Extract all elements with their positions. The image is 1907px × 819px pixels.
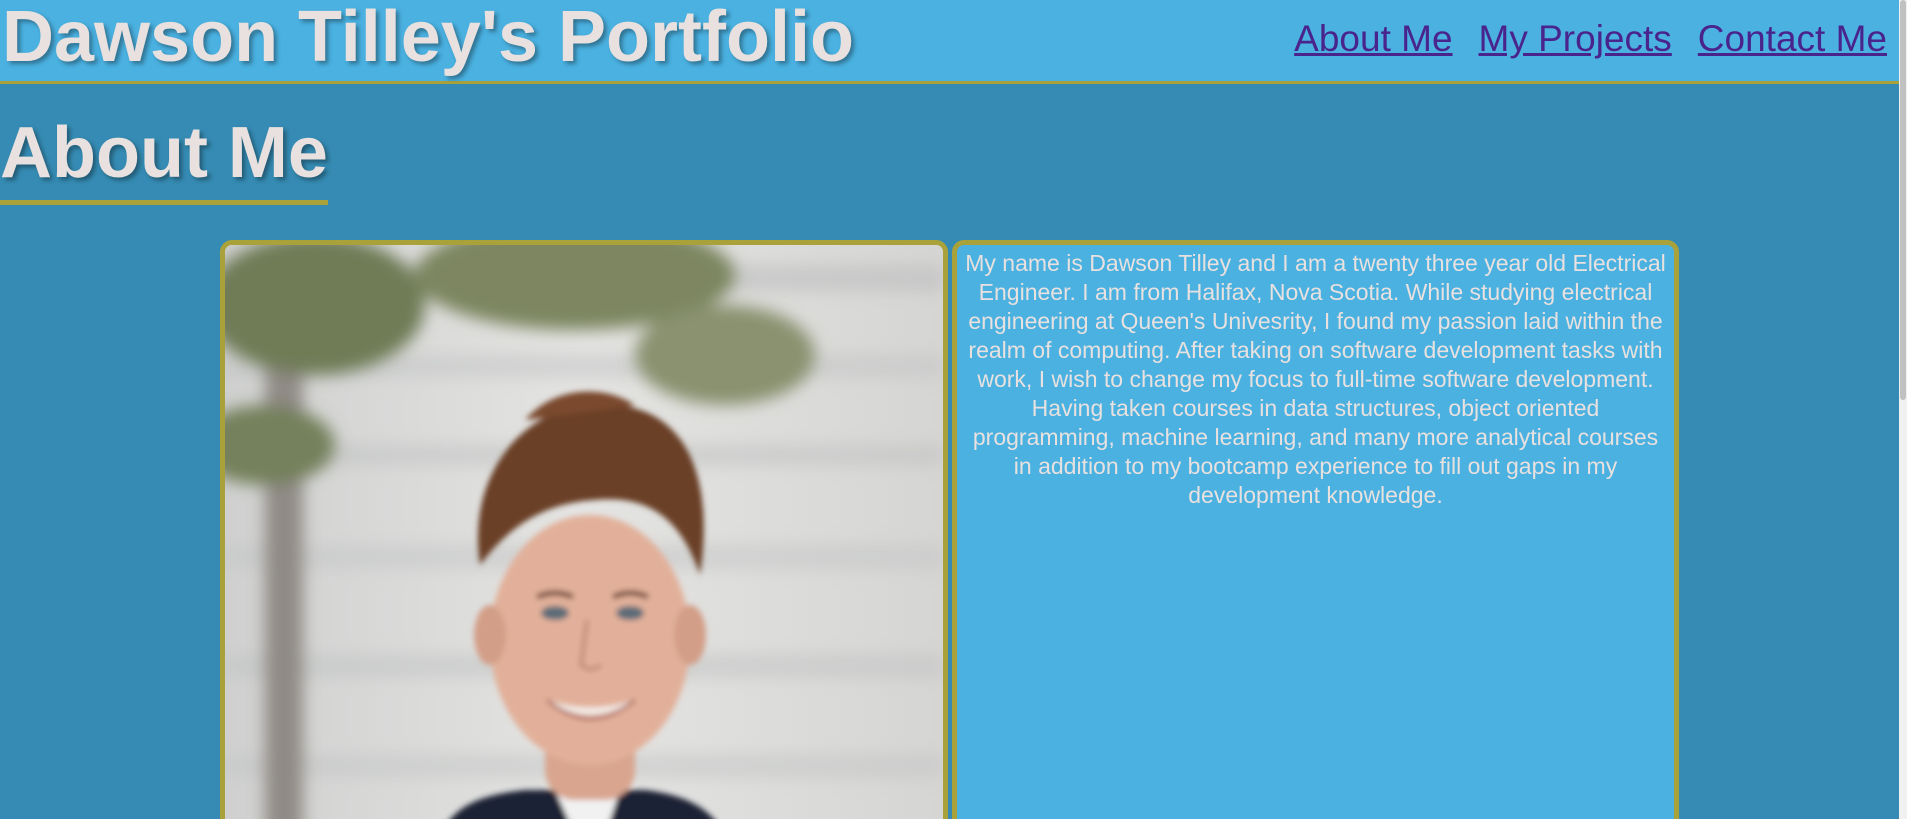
bio-card: My name is Dawson Tilley and I am a twen… [952,240,1679,819]
portrait-photo-image [225,245,943,819]
scrollbar-thumb[interactable] [1900,0,1906,400]
bio-text: My name is Dawson Tilley and I am a twen… [965,250,1666,508]
section-title-about-me: About Me [0,110,328,205]
portfolio-page: Dawson Tilley's Portfolio About Me My Pr… [0,0,1907,819]
nav-link-about-me[interactable]: About Me [1294,18,1452,60]
site-title: Dawson Tilley's Portfolio [2,0,854,77]
profile-photo [220,240,948,819]
site-header: Dawson Tilley's Portfolio About Me My Pr… [0,0,1899,84]
nav-link-contact-me[interactable]: Contact Me [1698,18,1887,60]
nav-link-my-projects[interactable]: My Projects [1479,18,1672,60]
main-nav: About Me My Projects Contact Me [1294,18,1887,60]
page-scrollbar[interactable] [1899,0,1907,819]
